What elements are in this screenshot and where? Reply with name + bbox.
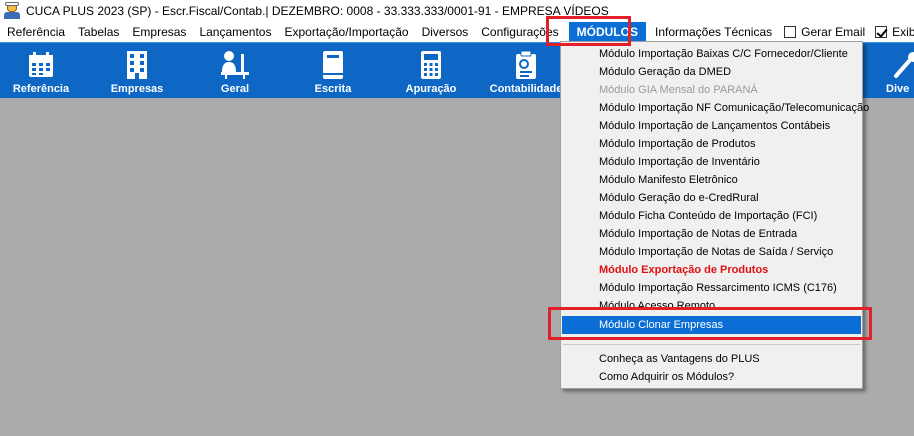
menu-item-importacao-baixas[interactable]: Módulo Importação Baixas C/C Fornecedor/… [562, 45, 861, 63]
menu-informacoes-tecnicas[interactable]: Informações Técnicas [649, 22, 779, 42]
calendar-icon [25, 50, 57, 80]
menu-modulos[interactable]: MÓDULOS [568, 22, 646, 42]
menu-item-ressarcimento-icms[interactable]: Módulo Importação Ressarcimento ICMS (C1… [562, 279, 861, 297]
checkbox-unchecked-icon [784, 26, 797, 38]
title-bar: CUCA PLUS 2023 (SP) - Escr.Fiscal/Contab… [0, 0, 914, 22]
app-logo-icon [3, 2, 21, 19]
menu-separator [563, 344, 860, 345]
book-icon [317, 50, 349, 80]
toolbar-label: Dive [886, 83, 910, 95]
menu-item-vantagens-plus[interactable]: Conheça as Vantagens do PLUS [562, 350, 861, 368]
window-title: CUCA PLUS 2023 (SP) - Escr.Fiscal/Contab… [26, 4, 609, 18]
toolbar-escrita-button[interactable]: Escrita [300, 43, 366, 99]
menu-empresas[interactable]: Empresas [126, 22, 193, 42]
menu-configuracoes[interactable]: Configurações [475, 22, 565, 42]
toolbar-label: Escrita [314, 83, 352, 95]
toolbar-label: Referência [12, 83, 70, 95]
menu-diversos[interactable]: Diversos [416, 22, 476, 42]
menu-exportacao-importacao[interactable]: Exportação/Importação [278, 22, 415, 42]
calculator-icon [415, 50, 447, 80]
toolbar-diversos-button[interactable]: Dive [886, 43, 914, 99]
menu-item-importacao-inventario[interactable]: Módulo Importação de Inventário [562, 153, 861, 171]
gerar-email-checkbox[interactable]: Gerar Email [779, 22, 870, 42]
user-desk-icon [219, 50, 251, 80]
menu-item-gia-parana: Módulo GIA Mensal do PARANÁ [599, 84, 758, 96]
menu-lancamentos[interactable]: Lançamentos [193, 22, 278, 42]
toolbar-label: Empresas [110, 83, 164, 95]
toolbar-geral-button[interactable]: Geral [202, 43, 268, 99]
checkbox-checked-icon [875, 26, 888, 38]
menu-item-geracao-dmed[interactable]: Módulo Geração da DMED [562, 63, 861, 81]
wrench-icon [890, 50, 914, 80]
modulos-dropdown: Módulo Importação Baixas C/C Fornecedor/… [560, 41, 869, 389]
menu-item-importacao-produtos[interactable]: Módulo Importação de Produtos [562, 135, 861, 153]
exibir-barra-label: Exibir Barra [892, 25, 914, 39]
gerar-email-label: Gerar Email [801, 25, 866, 39]
menu-item-importacao-lancamentos[interactable]: Módulo Importação de Lançamentos Contábe… [562, 117, 861, 135]
menu-item-importacao-nf-comunicacao[interactable]: Módulo Importação NF Comunicação/Telecom… [562, 99, 869, 117]
toolbar-label: Geral [220, 83, 250, 95]
toolbar-label: Contabilidade [489, 83, 563, 95]
toolbar-contabilidade-button[interactable]: Contabilidade [488, 43, 564, 99]
menu-item-como-adquirir[interactable]: Como Adquirir os Módulos? [562, 368, 861, 386]
toolbar-empresas-button[interactable]: Empresas [104, 43, 170, 99]
menu-item-manifesto-eletronico[interactable]: Módulo Manifesto Eletrônico [562, 171, 861, 189]
menu-item-ecredrural[interactable]: Módulo Geração do e-CredRural [562, 189, 861, 207]
building-icon [121, 50, 153, 80]
toolbar-label: Apuração [405, 83, 457, 95]
menu-item-exportacao-produtos[interactable]: Módulo Exportação de Produtos [562, 261, 861, 279]
menu-item-ficha-fci[interactable]: Módulo Ficha Conteúdo de Importação (FCI… [562, 207, 861, 225]
toolbar-apuracao-button[interactable]: Apuração [398, 43, 464, 99]
menu-bar: Referência Tabelas Empresas Lançamentos … [0, 22, 914, 42]
ledger-icon [510, 50, 542, 80]
menu-tabelas[interactable]: Tabelas [72, 22, 126, 42]
menu-item-importacao-notas-entrada[interactable]: Módulo Importação de Notas de Entrada [562, 225, 861, 243]
toolbar-referencia-button[interactable]: Referência [8, 43, 74, 99]
menu-item-clonar-empresas[interactable]: Módulo Clonar Empresas [562, 316, 861, 334]
menu-referencia[interactable]: Referência [0, 22, 72, 42]
menu-item-acesso-remoto[interactable]: Módulo Acesso Remoto [562, 297, 861, 315]
exibir-barra-checkbox[interactable]: Exibir Barra [870, 22, 914, 42]
menu-item-importacao-notas-saida[interactable]: Módulo Importação de Notas de Saída / Se… [562, 243, 861, 261]
